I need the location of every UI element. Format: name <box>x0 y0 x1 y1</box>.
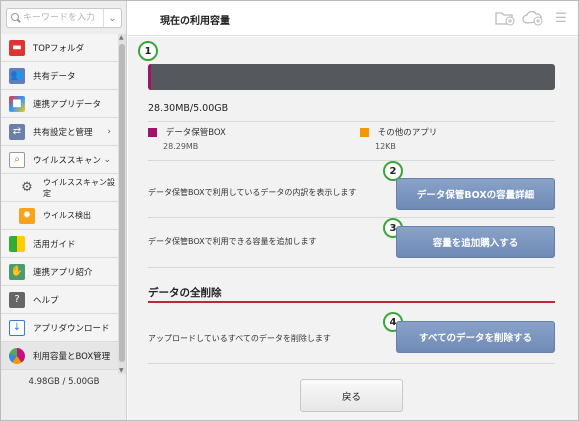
divider <box>148 160 555 161</box>
delete-section-title: データの全削除 <box>148 287 222 299</box>
main-content: 1 28.30MB/5.00GB データ保管BOX 28.29MB その他のアプ… <box>128 37 578 420</box>
back-button[interactable]: 戻る <box>300 379 403 412</box>
divider <box>148 121 555 122</box>
delete-all-button[interactable]: すべてのデータを削除する <box>396 321 555 353</box>
sidebar-item-linked-app-data[interactable]: ■ 連携アプリデータ <box>1 90 118 118</box>
divider <box>148 363 555 364</box>
page-header: 現在の利用容量 ☰ <box>128 1 578 36</box>
sidebar-item-virus-detection[interactable]: ✹ ウイルス検出 <box>1 202 118 230</box>
download-icon: ↓ <box>9 319 25 336</box>
delete-description: アップロードしているすべてのデータを削除します <box>148 334 331 343</box>
sidebar-item-label: 連携アプリ紹介 <box>33 267 93 278</box>
share-settings-icon: ⇄ <box>9 123 25 140</box>
legend-value: 12KB <box>375 142 396 151</box>
users-icon: 👥 <box>9 67 25 84</box>
legend-label: その他のアプリ <box>377 128 438 138</box>
usage-progress-bar <box>148 64 555 90</box>
total-usage-text: 4.98GB / 5.00GB <box>28 377 100 387</box>
virus-icon: ✹ <box>19 207 35 224</box>
cloud-upload-icon[interactable] <box>522 9 544 27</box>
legend-data-box: データ保管BOX 28.29MB <box>148 126 226 151</box>
divider <box>148 217 555 218</box>
folder-icon: ▬ <box>9 39 25 56</box>
sidebar-item-virus-scan-settings[interactable]: ⚙ ウイルススキャン設定 <box>1 174 118 202</box>
detail-description: データ保管BOXで利用しているデータの内訳を表示します <box>148 188 357 197</box>
sidebar-item-label: 活用ガイド <box>33 239 76 250</box>
sidebar: ⌄ ▬ TOPフォルダ 👥 共有データ ■ 連携アプリデータ ⇄ 共有設定と管理… <box>1 1 127 420</box>
legend-value: 28.29MB <box>163 142 199 151</box>
scroll-down-icon[interactable]: ▼ <box>119 367 124 374</box>
sidebar-item-label: 連携アプリデータ <box>33 99 102 110</box>
sidebar-item-storage[interactable]: 利用容量とBOX管理 <box>1 342 118 370</box>
sidebar-item-label: アプリダウンロード <box>33 323 110 334</box>
sidebar-item-label: TOPフォルダ <box>33 43 85 54</box>
legend-swatch-data-box <box>148 128 157 137</box>
sidebar-item-app-intro[interactable]: ✋ 連携アプリ紹介 <box>1 258 118 286</box>
data-box-detail-button[interactable]: データ保管BOXの容量詳細 <box>396 178 555 210</box>
chevron-down-icon: ⌄ <box>103 154 111 165</box>
virus-scan-icon: ⌕ <box>9 151 25 168</box>
handshake-icon: ✋ <box>9 263 25 280</box>
sidebar-item-label: ウイルス検出 <box>43 211 91 220</box>
chevron-right-icon: › <box>107 126 111 137</box>
sidebar-item-label: 共有設定と管理 <box>33 127 93 138</box>
hamburger-menu-icon[interactable]: ☰ <box>550 9 572 27</box>
legend-swatch-other-apps <box>360 128 369 137</box>
search-box[interactable]: ⌄ <box>6 8 122 28</box>
search-input[interactable] <box>23 10 103 26</box>
sidebar-menu: ▬ TOPフォルダ 👥 共有データ ■ 連携アプリデータ ⇄ 共有設定と管理 ›… <box>1 34 118 370</box>
sidebar-item-guide[interactable]: 活用ガイド <box>1 230 118 258</box>
chevron-down-icon[interactable]: ⌄ <box>103 9 121 27</box>
search-icon <box>7 9 23 27</box>
legend-label: データ保管BOX <box>165 128 226 138</box>
usage-progress-fill <box>148 64 151 90</box>
scroll-up-icon[interactable]: ▲ <box>119 34 124 41</box>
callout-badge-1: 1 <box>138 41 158 61</box>
section-divider <box>148 301 555 303</box>
guide-icon <box>9 235 25 252</box>
help-icon: ? <box>9 291 25 308</box>
add-capacity-description: データ保管BOXで利用できる容量を追加します <box>148 237 317 246</box>
sidebar-item-virus-scan[interactable]: ⌕ ウイルススキャン ⌄ <box>1 146 118 174</box>
sidebar-item-label: 利用容量とBOX管理 <box>33 351 111 362</box>
sidebar-item-app-download[interactable]: ↓ アプリダウンロード <box>1 314 118 342</box>
sidebar-item-label: ヘルプ <box>33 295 59 306</box>
sidebar-item-label: 共有データ <box>33 71 76 82</box>
header-tools: ☰ <box>494 9 572 27</box>
apps-icon: ■ <box>9 95 25 112</box>
sidebar-item-shared-data[interactable]: 👥 共有データ <box>1 62 118 90</box>
sidebar-item-label: ウイルススキャン設定 <box>43 177 115 198</box>
scrollbar-thumb[interactable] <box>119 44 125 362</box>
sidebar-item-label: ウイルススキャン <box>33 155 102 166</box>
divider <box>148 267 555 268</box>
gear-icon: ⚙ <box>21 180 33 195</box>
page-title: 現在の利用容量 <box>160 16 230 27</box>
sidebar-item-share-settings[interactable]: ⇄ 共有設定と管理 › <box>1 118 118 146</box>
sidebar-item-top-folder[interactable]: ▬ TOPフォルダ <box>1 34 118 62</box>
legend-other-apps: その他のアプリ 12KB <box>360 126 437 151</box>
usage-text: 28.30MB/5.00GB <box>148 103 229 114</box>
add-folder-icon[interactable] <box>494 9 516 27</box>
sidebar-scrollbar[interactable]: ▲ ▼ <box>118 34 126 374</box>
sidebar-item-help[interactable]: ? ヘルプ <box>1 286 118 314</box>
storage-icon <box>9 347 25 364</box>
add-capacity-button[interactable]: 容量を追加購入する <box>396 226 555 258</box>
